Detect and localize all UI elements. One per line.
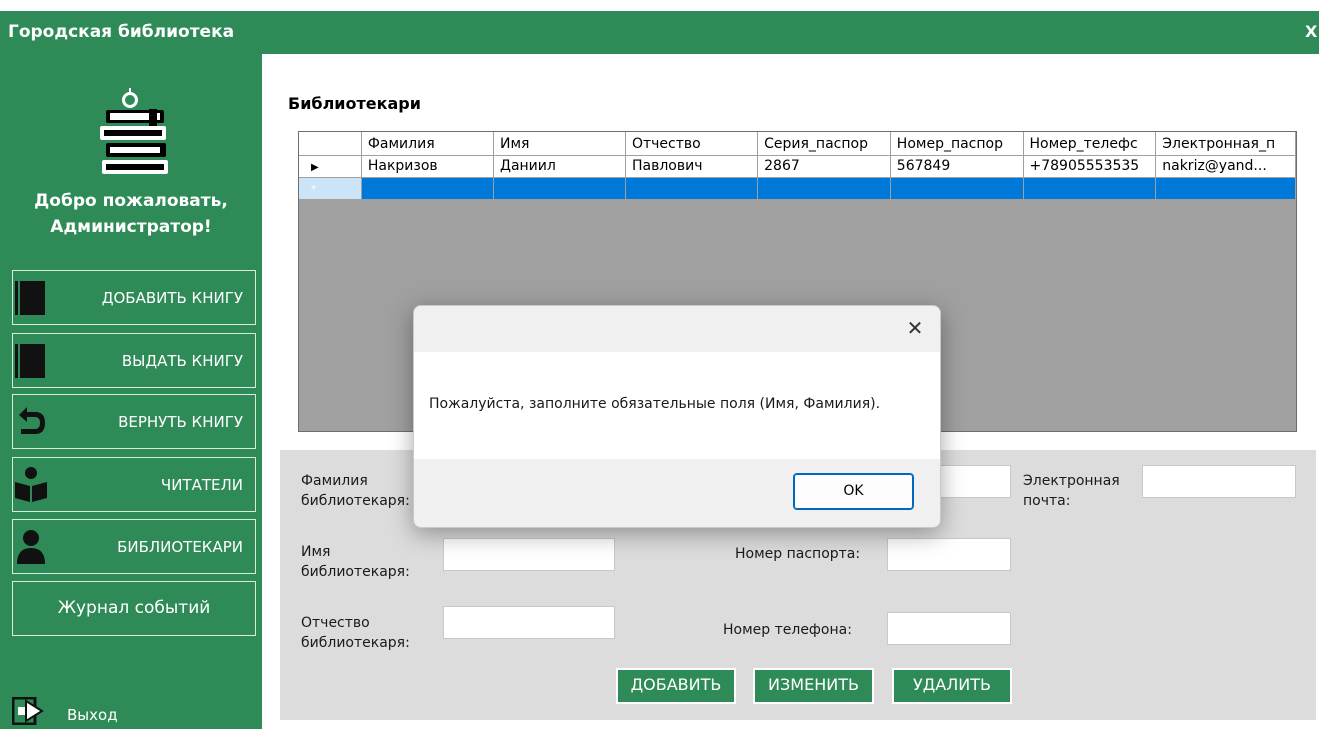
book-icon — [15, 281, 45, 315]
reader-icon — [15, 467, 47, 502]
email-input[interactable] — [1142, 465, 1296, 498]
surname-label-line1: Фамилия — [301, 473, 368, 489]
exit-icon — [12, 697, 44, 725]
phone-input[interactable] — [887, 612, 1011, 645]
app-window: Городская библиотека X Добро пожаловать,… — [0, 0, 1319, 729]
nav-event-log-button[interactable]: Журнал событий — [12, 581, 256, 636]
table-cell[interactable] — [625, 177, 759, 200]
table-cell[interactable] — [1023, 177, 1157, 200]
table-cell[interactable]: 2867 — [757, 155, 891, 178]
nav-librarians-button[interactable]: БИБЛИОТЕКАРИ — [12, 519, 256, 574]
librarian-icon — [17, 530, 45, 564]
email-label-line1: Электронная — [1023, 473, 1120, 489]
table-cell[interactable] — [757, 177, 891, 200]
phone-label: Номер телефона: — [723, 622, 852, 638]
dialog-title-bar — [414, 306, 940, 352]
row-header[interactable]: * — [299, 177, 362, 200]
new-row-marker: * — [311, 184, 316, 195]
nav-return-book-label: ВЕРНУТЬ КНИГУ — [118, 413, 243, 431]
welcome-message: Добро пожаловать, Администратор! — [0, 188, 262, 240]
patronymic-label: Отчество библиотекаря: — [301, 613, 410, 653]
message-dialog: ✕ Пожалуйста, заполните обязательные пол… — [413, 305, 941, 528]
column-header[interactable]: Фамилия — [361, 132, 495, 156]
window-close-button[interactable]: X — [1305, 22, 1319, 41]
new-row[interactable]: * — [299, 177, 1296, 200]
nav-readers-button[interactable]: ЧИТАТЕЛИ — [12, 457, 256, 512]
grid-header-row: Фамилия Имя Отчество Серия_паспор Номер_… — [299, 132, 1296, 156]
column-header[interactable]: Номер_телефс — [1023, 132, 1157, 156]
dialog-body: Пожалуйста, заполните обязательные поля … — [414, 352, 940, 459]
nav-librarians-label: БИБЛИОТЕКАРИ — [117, 538, 243, 556]
books-logo-icon — [100, 88, 168, 174]
name-input[interactable] — [443, 538, 615, 571]
column-header[interactable]: Электронная_п — [1155, 132, 1296, 156]
window-title: Городская библиотека — [8, 22, 235, 42]
table-cell[interactable] — [493, 177, 626, 200]
sidebar: Добро пожаловать, Администратор! ДОБАВИТ… — [0, 54, 262, 729]
nav-issue-book-button[interactable]: ВЫДАТЬ КНИГУ — [12, 333, 256, 388]
nav-event-log-label: Журнал событий — [57, 598, 211, 618]
name-label-line2: библиотекаря: — [301, 564, 410, 580]
email-label-line2: почта: — [1023, 493, 1071, 509]
nav-readers-label: ЧИТАТЕЛИ — [160, 476, 243, 494]
grid-table: Фамилия Имя Отчество Серия_паспор Номер_… — [299, 132, 1296, 200]
table-cell[interactable] — [890, 177, 1024, 200]
name-label-line1: Имя — [301, 544, 331, 560]
table-cell[interactable]: nakriz@yand... — [1155, 155, 1296, 178]
delete-button[interactable]: УДАЛИТЬ — [892, 668, 1012, 704]
column-header[interactable]: Имя — [493, 132, 626, 156]
ok-button[interactable]: OK — [793, 473, 914, 510]
email-label: Электронная почта: — [1023, 471, 1120, 511]
table-cell[interactable] — [361, 177, 495, 200]
column-header[interactable]: Номер_паспор — [890, 132, 1024, 156]
exit-button[interactable]: Выход — [12, 697, 212, 727]
passport-number-label: Номер паспорта: — [735, 546, 861, 562]
page-title: Библиотекари — [288, 94, 421, 113]
dialog-message: Пожалуйста, заполните обязательные поля … — [429, 396, 881, 412]
add-button[interactable]: ДОБАВИТЬ — [616, 668, 736, 704]
exit-label: Выход — [67, 706, 118, 724]
welcome-line-2: Администратор! — [50, 217, 212, 237]
nav-issue-book-label: ВЫДАТЬ КНИГУ — [121, 352, 243, 370]
grid-corner-cell — [299, 132, 362, 156]
nav-return-book-button[interactable]: ВЕРНУТЬ КНИГУ — [12, 394, 256, 449]
edit-button[interactable]: ИЗМЕНИТЬ — [753, 668, 874, 704]
patronymic-label-line1: Отчество — [301, 615, 370, 631]
surname-label-line2: библиотекаря: — [301, 493, 410, 509]
title-bar: Городская библиотека X — [0, 11, 1319, 54]
nav-add-book-button[interactable]: ДОБАВИТЬ КНИГУ — [12, 270, 256, 325]
patronymic-input[interactable] — [443, 606, 615, 639]
book-icon — [15, 344, 45, 378]
table-cell[interactable]: +78905553535 — [1023, 155, 1157, 178]
column-header[interactable]: Серия_паспор — [757, 132, 891, 156]
row-header[interactable]: ▶ — [299, 155, 362, 178]
name-label: Имя библиотекаря: — [301, 542, 410, 582]
column-header[interactable]: Отчество — [625, 132, 759, 156]
table-cell[interactable] — [1155, 177, 1296, 200]
nav-add-book-label: ДОБАВИТЬ КНИГУ — [101, 289, 243, 307]
table-cell[interactable]: Павлович — [625, 155, 759, 178]
table-cell[interactable]: Накризов — [361, 155, 495, 178]
return-arrow-icon — [19, 407, 45, 434]
table-row[interactable]: ▶ Накризов Даниил Павлович 2867 567849 +… — [299, 155, 1296, 178]
dialog-close-icon[interactable]: ✕ — [902, 315, 928, 341]
table-cell[interactable]: 567849 — [890, 155, 1024, 178]
passport-number-input[interactable] — [887, 538, 1011, 571]
surname-label: Фамилия библиотекаря: — [301, 471, 410, 511]
welcome-line-1: Добро пожаловать, — [34, 191, 228, 211]
table-cell[interactable]: Даниил — [493, 155, 626, 178]
current-row-marker: ▶ — [311, 162, 319, 173]
patronymic-label-line2: библиотекаря: — [301, 635, 410, 651]
